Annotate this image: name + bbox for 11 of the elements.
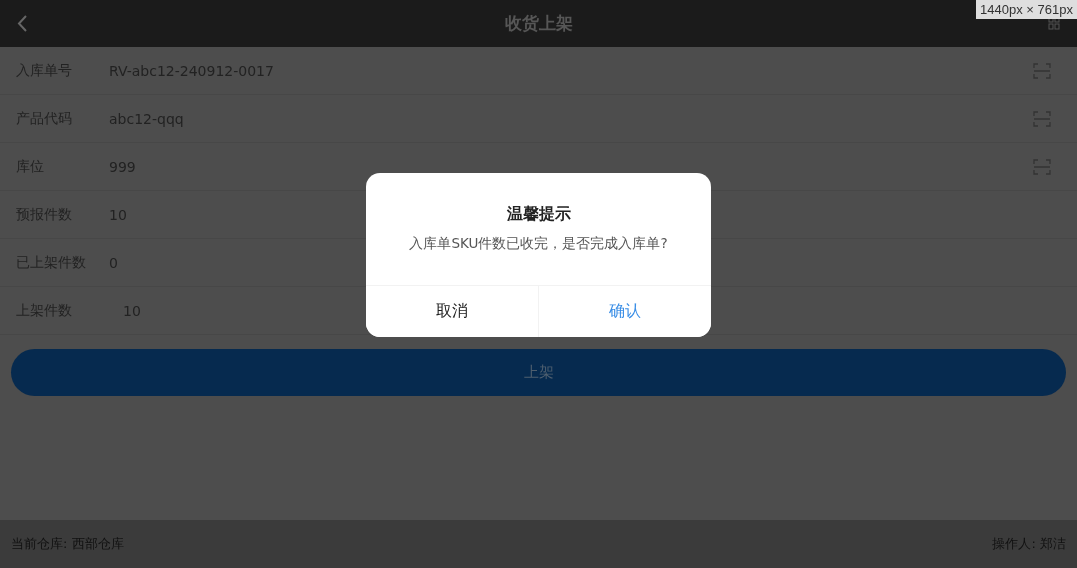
page-title: 收货上架 bbox=[504, 12, 573, 35]
confirm-button[interactable]: 确认 bbox=[538, 286, 711, 337]
dialog-message: 入库单SKU件数已收完，是否完成入库单? bbox=[408, 234, 669, 253]
scan-icon[interactable] bbox=[1033, 110, 1051, 127]
scan-icon[interactable] bbox=[1033, 62, 1051, 79]
back-icon[interactable] bbox=[17, 15, 28, 32]
dialog-title: 温馨提示 bbox=[505, 203, 572, 225]
scan-icon[interactable] bbox=[1033, 158, 1051, 175]
size-tooltip: 1440px × 761px bbox=[976, 0, 1077, 19]
shelve-button[interactable]: 上架 bbox=[11, 349, 1066, 396]
grid-icon[interactable] bbox=[1048, 16, 1060, 30]
